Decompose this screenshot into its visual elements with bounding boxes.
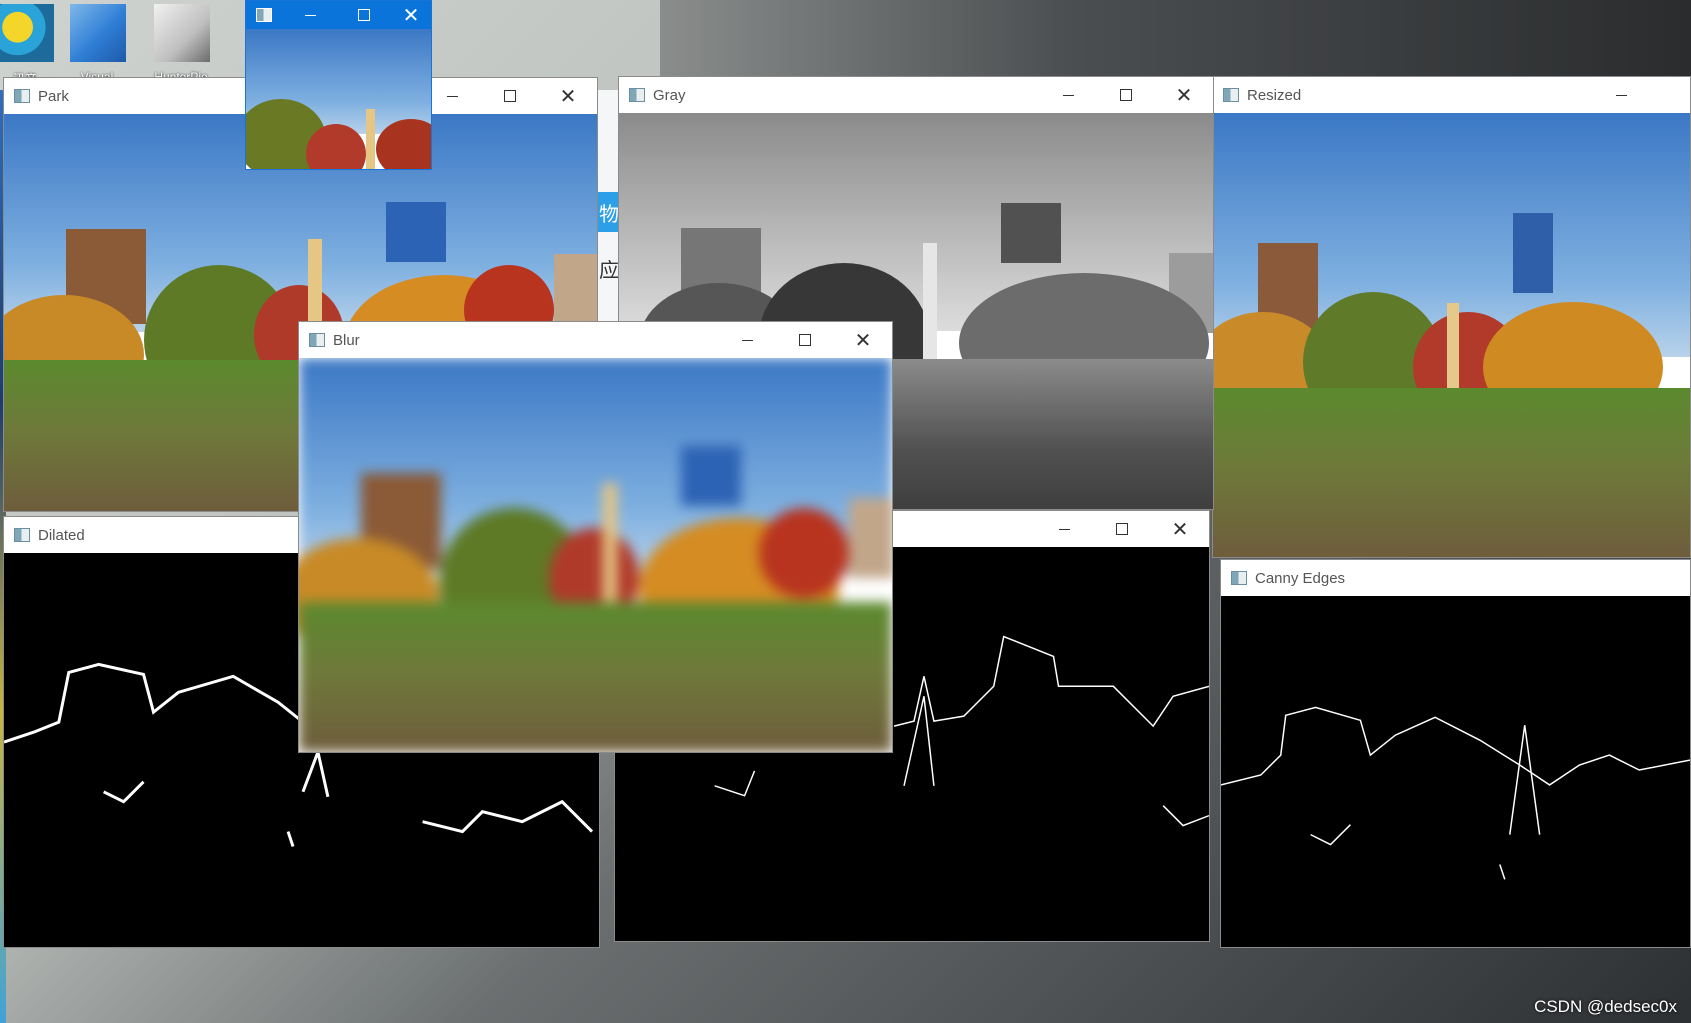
park-photo-blurred xyxy=(299,358,892,752)
window-title: Gray xyxy=(653,86,686,104)
canny-edge-image xyxy=(1221,596,1690,947)
close-icon: ✕ xyxy=(1171,517,1189,541)
maximize-button[interactable] xyxy=(337,1,391,29)
minimize-button[interactable] xyxy=(1039,77,1097,113)
close-button[interactable]: ✕ xyxy=(539,78,597,114)
app-icon xyxy=(0,4,54,62)
image-view xyxy=(1213,113,1690,557)
maximize-icon xyxy=(799,334,811,346)
maximize-icon xyxy=(1116,523,1128,535)
minimize-icon xyxy=(1058,528,1070,530)
minimize-icon xyxy=(1615,94,1627,96)
minimize-icon xyxy=(741,339,753,341)
window-icon xyxy=(309,333,325,347)
maximize-button[interactable] xyxy=(776,322,834,358)
maximize-icon xyxy=(504,90,516,102)
close-button[interactable]: ✕ xyxy=(1151,511,1209,547)
window-icon xyxy=(1231,571,1247,585)
window-title: Blur xyxy=(333,331,360,349)
window-title: Park xyxy=(38,87,69,105)
maximize-icon xyxy=(1120,89,1132,101)
maximize-button[interactable] xyxy=(1093,511,1151,547)
window-icon xyxy=(629,88,645,102)
window-resized[interactable]: Resized xyxy=(1212,76,1691,558)
minimize-button[interactable] xyxy=(718,322,776,358)
park-photo xyxy=(1213,113,1690,557)
image-view xyxy=(1221,596,1690,947)
maximize-icon xyxy=(358,9,370,21)
desktop-icon-vscode[interactable]: Visual xyxy=(62,0,132,86)
window-blur[interactable]: Blur ✕ xyxy=(298,321,893,753)
close-icon: ✕ xyxy=(1175,83,1193,107)
minimize-button[interactable] xyxy=(1592,77,1650,113)
minimize-icon xyxy=(446,95,458,97)
watermark: CSDN @dedsec0x xyxy=(1534,997,1677,1016)
close-button[interactable]: ✕ xyxy=(391,1,431,29)
hunterpie-icon xyxy=(154,4,210,62)
window-icon xyxy=(256,8,272,22)
window-title: Dilated xyxy=(38,526,85,544)
close-icon: ✕ xyxy=(559,84,577,108)
background-chip-2: 应 xyxy=(599,257,619,282)
maximize-button[interactable] xyxy=(481,78,539,114)
close-button[interactable]: ✕ xyxy=(834,322,892,358)
park-photo-crop xyxy=(246,29,431,169)
minimize-button[interactable] xyxy=(283,1,337,29)
close-icon: ✕ xyxy=(402,3,420,27)
maximize-button[interactable] xyxy=(1097,77,1155,113)
window-title: Canny Edges xyxy=(1255,569,1346,587)
background-chip-1: 物 xyxy=(598,192,620,232)
vscode-icon xyxy=(70,4,126,62)
close-button[interactable]: ✕ xyxy=(1155,77,1213,113)
close-icon: ✕ xyxy=(854,328,872,352)
window-icon xyxy=(14,89,30,103)
window-title: Resized xyxy=(1247,86,1302,104)
titlebar[interactable]: Canny Edges xyxy=(1221,560,1690,596)
window-canny-edges[interactable]: Canny Edges xyxy=(1220,559,1691,948)
window-small-preview[interactable]: ✕ xyxy=(245,0,432,170)
desktop-icon-3[interactable]: HunterPie xyxy=(146,0,216,86)
desktop-icon-1[interactable]: 讯音 xyxy=(0,0,60,86)
window-icon xyxy=(14,528,30,542)
minimize-button[interactable] xyxy=(1035,511,1093,547)
image-view xyxy=(299,358,892,752)
window-icon xyxy=(1223,88,1239,102)
minimize-icon xyxy=(1062,94,1074,96)
image-view xyxy=(246,29,431,169)
minimize-icon xyxy=(304,14,316,16)
